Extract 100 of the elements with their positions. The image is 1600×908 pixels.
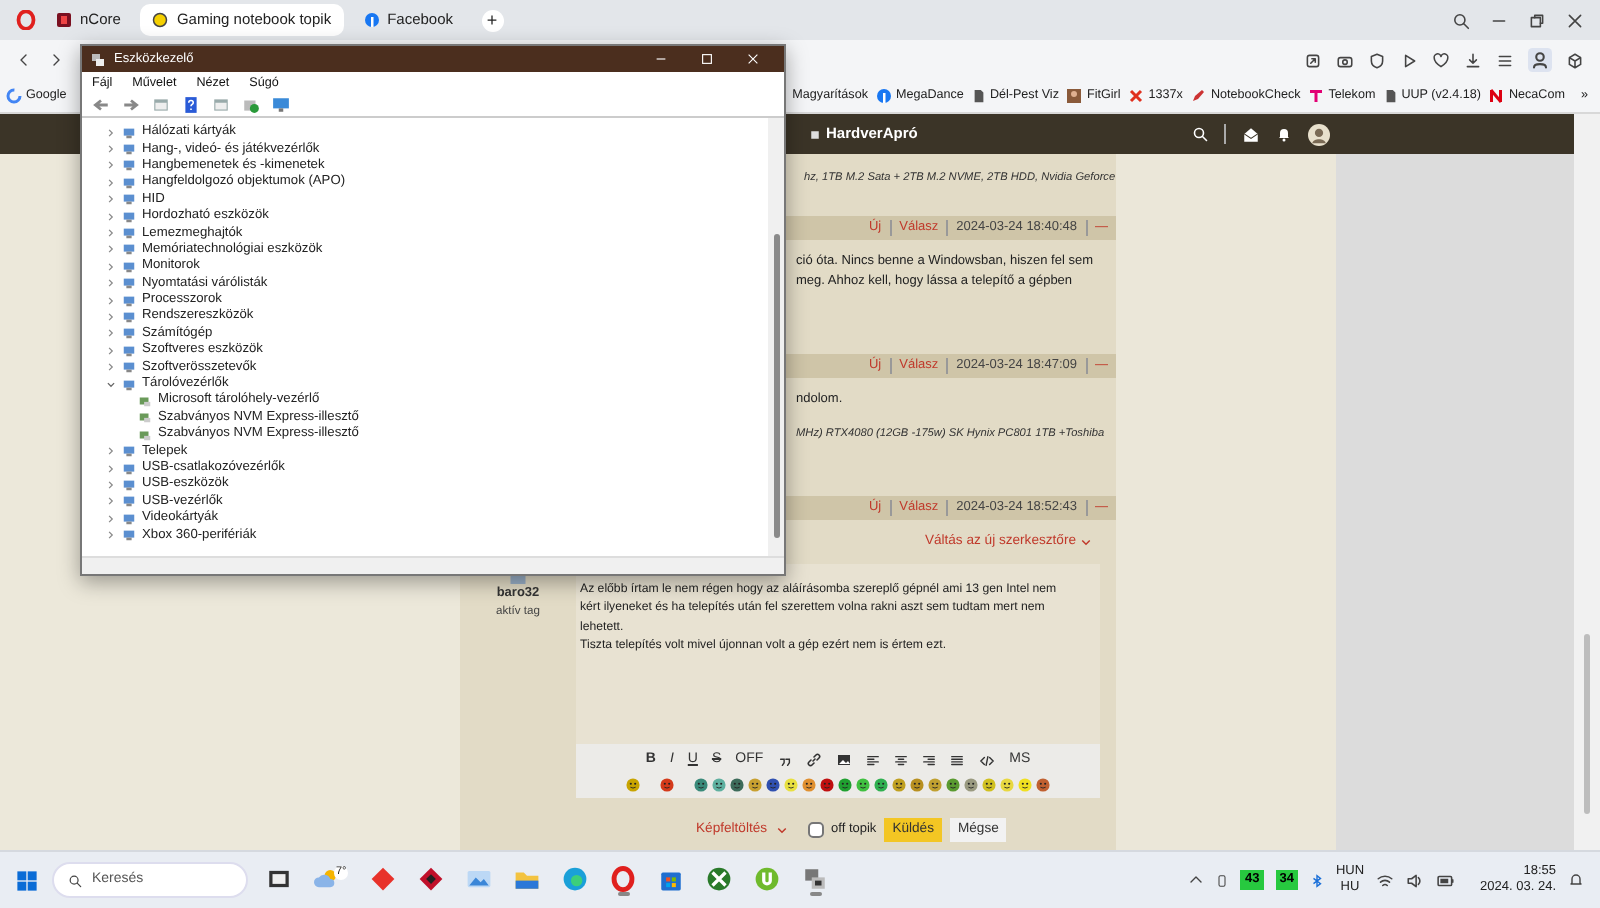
logo-icon [56,12,72,28]
back-icon[interactable] [16,52,32,68]
expand-chevron-icon[interactable] [106,446,116,457]
download-icon[interactable] [1464,51,1482,69]
forward-arrow-icon [122,96,140,114]
envelope-icon[interactable] [1242,125,1260,143]
battery-icon[interactable] [1436,871,1457,889]
expand-chevron-icon[interactable] [106,362,116,373]
circle-logo-icon [875,88,892,104]
volume-icon[interactable] [1406,871,1425,889]
smiley-icon[interactable] [694,778,708,792]
expand-chevron-icon[interactable] [106,211,116,222]
code-icon [977,753,996,767]
xbox-icon [706,865,733,891]
smiley-icon[interactable] [1018,778,1032,792]
weather-icon [314,865,340,891]
scrollbar[interactable] [1574,114,1600,850]
smiley-icon[interactable] [946,778,960,792]
expand-chevron-icon[interactable] [106,345,116,356]
smiley-icon[interactable] [964,778,978,792]
page-icon [1383,88,1398,104]
expand-chevron-icon[interactable] [106,530,116,541]
smiley-icon[interactable] [626,778,640,792]
forward-icon[interactable] [48,52,64,68]
smiley-icon[interactable] [838,778,852,792]
usb-drive-icon[interactable] [1216,871,1229,889]
off-topic-checkbox[interactable] [807,822,824,839]
share-icon[interactable] [1304,51,1322,69]
smiley-icon[interactable] [748,778,762,792]
cube-icon[interactable] [1566,51,1584,69]
chevron-up-icon[interactable] [1188,872,1205,888]
expand-chevron-icon[interactable] [106,160,116,171]
smiley-icon[interactable] [856,778,870,792]
search-icon[interactable] [1452,11,1470,29]
expand-chevron-icon[interactable] [106,479,116,490]
align-left-button[interactable] [861,753,884,767]
window-icon [152,96,170,114]
expand-chevron-icon[interactable] [106,463,116,473]
smiley-icon[interactable] [820,778,834,792]
expand-chevron-icon[interactable] [106,278,116,289]
update-driver-button[interactable] [240,96,262,114]
wifi-icon[interactable] [1376,871,1395,889]
scrollbar-thumb[interactable] [1584,634,1590,814]
smiley-icon[interactable] [910,778,924,792]
diamond-icon [370,865,397,891]
expand-chevron-icon[interactable] [106,244,116,255]
smiley-icon[interactable] [766,778,780,792]
expand-chevron-icon[interactable] [106,496,116,507]
smiley-icon[interactable] [1000,778,1014,792]
expand-chevron-icon[interactable] [106,194,116,205]
smiley-icon[interactable] [660,778,674,792]
collapse-chevron-icon[interactable] [106,379,116,390]
expand-chevron-icon[interactable] [106,311,116,322]
link-button[interactable] [801,752,826,768]
scrollbar-thumb[interactable] [773,234,779,538]
align-center-button[interactable] [889,753,912,767]
expand-chevron-icon[interactable] [106,261,116,272]
expand-chevron-icon[interactable] [106,177,116,188]
expand-chevron-icon[interactable] [106,328,116,339]
avatar-icon[interactable] [1308,123,1330,145]
update-icon [242,96,260,114]
search-icon[interactable] [1192,126,1208,142]
forward-button[interactable] [120,96,142,114]
scan-button[interactable] [270,96,292,114]
image-icon [835,752,852,768]
smiley-icon[interactable] [982,778,996,792]
search-icon [68,873,82,887]
windows-logo-icon[interactable] [16,869,38,891]
smiley-icon[interactable] [784,778,798,792]
expand-chevron-icon[interactable] [106,228,116,239]
back-button[interactable] [90,96,112,114]
heart-icon[interactable] [1432,51,1450,69]
scrollbar[interactable] [768,118,784,556]
bell-icon[interactable] [1276,126,1292,142]
align-right-button[interactable] [917,753,940,767]
smiley-icon[interactable] [802,778,816,792]
camera-icon[interactable] [1336,51,1354,69]
help-button[interactable] [180,96,202,114]
expand-chevron-icon[interactable] [106,127,116,138]
page-icon [971,88,986,104]
smiley-icon[interactable] [892,778,906,792]
expand-chevron-icon[interactable] [106,144,116,155]
justify-button[interactable] [945,753,968,767]
profile-icon[interactable] [1528,48,1552,72]
shield-icon[interactable] [1368,51,1386,69]
menu-icon[interactable] [1496,51,1514,69]
expand-chevron-icon[interactable] [106,295,116,306]
align-right-icon [921,753,936,767]
expand-chevron-icon[interactable] [106,513,116,524]
restore-icon[interactable] [1528,11,1546,29]
new-tab-button[interactable]: + [481,9,504,31]
smiley-icon[interactable] [730,778,744,792]
bluetooth-icon[interactable] [1309,871,1324,889]
smiley-icon[interactable] [712,778,726,792]
close-icon[interactable] [1566,11,1584,29]
smiley-icon[interactable] [928,778,942,792]
bell-icon[interactable] [1568,872,1584,888]
smiley-icon[interactable] [874,778,888,792]
play-icon[interactable] [1400,51,1418,69]
smiley-icon[interactable] [1036,778,1050,792]
